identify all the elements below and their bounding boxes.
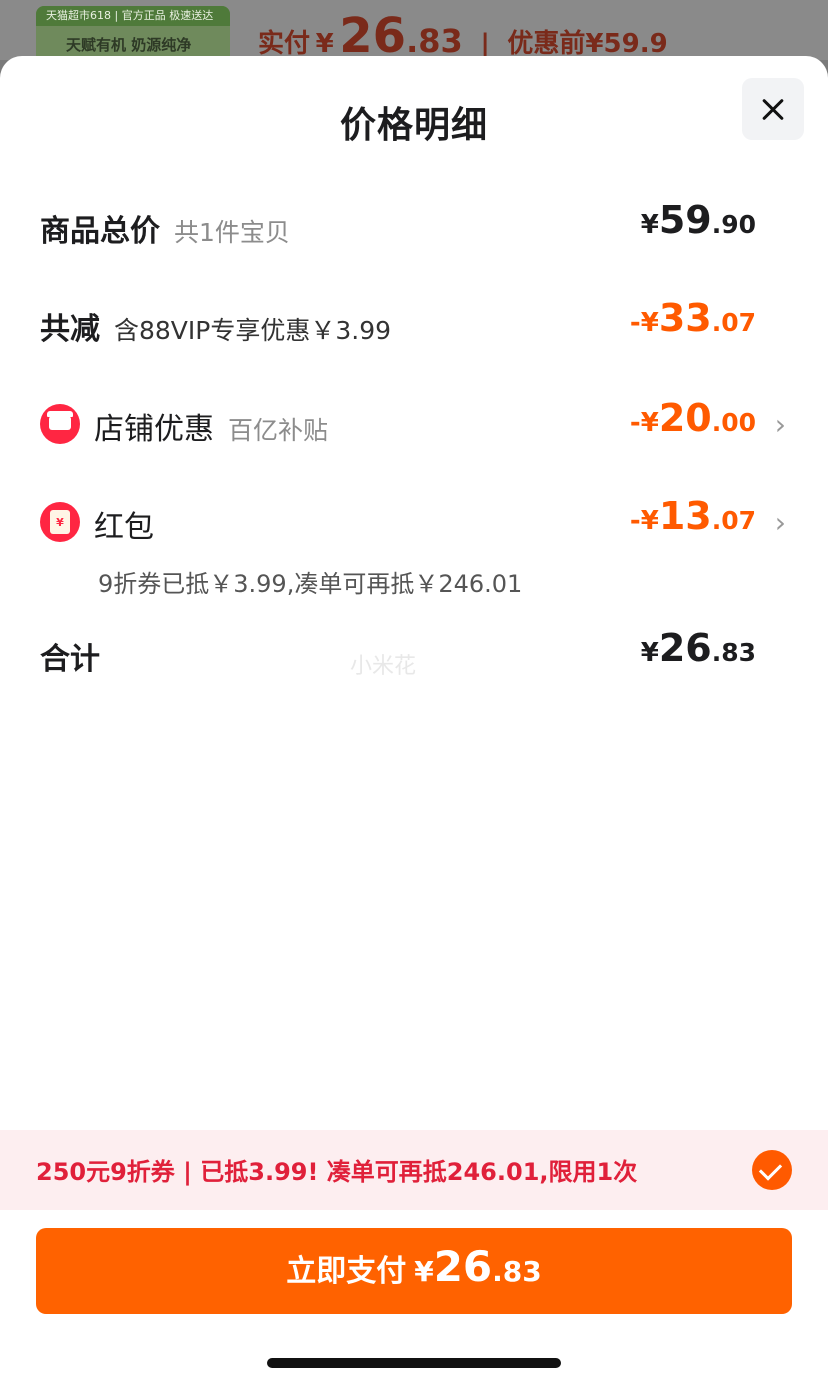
total-price-int: 59 bbox=[658, 198, 712, 242]
chevron-right-icon: › bbox=[774, 408, 786, 441]
pay-button-dec: .83 bbox=[492, 1255, 542, 1288]
pay-button-content: 立即支付 ¥26.83 bbox=[36, 1242, 792, 1291]
close-button[interactable] bbox=[742, 78, 804, 140]
redpack-price: -¥13.07 bbox=[630, 494, 756, 538]
redpack-price-symbol: -¥ bbox=[629, 506, 659, 536]
thumbnail-slogan: 天赋有机 奶源纯净 bbox=[66, 36, 192, 54]
price-detail-sheet: 价格明细 商品总价 共1件宝贝 ¥59.90 共减 含88VIP专享优惠￥3.99 … bbox=[0, 56, 828, 1388]
row-reduce: 共减 含88VIP专享优惠￥3.99 -¥33.07 bbox=[40, 296, 790, 356]
sum-price-int: 26 bbox=[658, 626, 712, 670]
sum-label: 合计 bbox=[40, 642, 100, 677]
sum-price: ¥26.83 bbox=[641, 626, 756, 670]
price-separator: | bbox=[480, 29, 490, 59]
coupon-text: 250元9折券 | 已抵3.99! 凑单可再抵246.01,限用1次 bbox=[36, 1158, 638, 1186]
pay-now-button[interactable]: 立即支付 ¥26.83 bbox=[36, 1228, 792, 1314]
watermark: 小米花 bbox=[350, 654, 417, 679]
home-indicator bbox=[267, 1358, 561, 1368]
total-price: ¥59.90 bbox=[641, 198, 756, 242]
total-price-symbol: ¥ bbox=[640, 210, 659, 240]
paid-symbol: ¥ bbox=[315, 29, 334, 59]
redpack-label: 红包 bbox=[94, 510, 154, 545]
redpack-price-int: 13 bbox=[658, 494, 712, 538]
pay-button-int: 26 bbox=[433, 1242, 493, 1291]
pay-button-symbol: ¥ bbox=[414, 1255, 434, 1288]
total-label: 商品总价 共1件宝贝 bbox=[40, 206, 290, 250]
shop-label-text: 店铺优惠 bbox=[94, 412, 214, 447]
shop-price-dec: .00 bbox=[711, 408, 756, 437]
reduce-price-dec: .07 bbox=[711, 308, 756, 337]
chevron-right-icon: › bbox=[774, 506, 786, 539]
original-label: 优惠前 bbox=[507, 29, 586, 59]
row-total: 商品总价 共1件宝贝 ¥59.90 bbox=[40, 198, 790, 258]
total-price-dec: .90 bbox=[711, 210, 756, 239]
paid-dec: .83 bbox=[406, 22, 463, 60]
reduce-price-symbol: -¥ bbox=[629, 308, 659, 338]
reduce-label: 共减 含88VIP专享优惠￥3.99 bbox=[40, 304, 391, 348]
store-icon bbox=[40, 404, 80, 444]
sum-price-symbol: ¥ bbox=[640, 638, 659, 668]
shop-price-int: 20 bbox=[658, 396, 712, 440]
thumbnail-banner: 天猫超市618 | 官方正品 极速送达 bbox=[36, 6, 230, 26]
reduce-price: -¥33.07 bbox=[630, 296, 756, 340]
redpack-note: 9折券已抵￥3.99,凑单可再抵￥246.01 bbox=[98, 570, 523, 598]
reduce-label-text: 共减 bbox=[40, 312, 100, 347]
reduce-sub: 含88VIP专享优惠￥3.99 bbox=[114, 316, 392, 345]
shop-label: 店铺优惠 百亿补贴 bbox=[94, 404, 328, 448]
paid-label: 实付 bbox=[258, 29, 311, 59]
reduce-price-int: 33 bbox=[658, 296, 712, 340]
total-label-text: 商品总价 bbox=[40, 214, 160, 249]
row-redpack[interactable]: ¥ 红包 -¥13.07 › bbox=[40, 494, 790, 554]
shop-sub: 百亿补贴 bbox=[228, 416, 329, 445]
red-envelope-icon: ¥ bbox=[40, 502, 80, 542]
row-shop-discount[interactable]: 店铺优惠 百亿补贴 -¥20.00 › bbox=[40, 396, 790, 456]
sheet-title: 价格明细 bbox=[339, 105, 488, 146]
shop-price-symbol: -¥ bbox=[629, 408, 659, 438]
sum-price-dec: .83 bbox=[711, 638, 756, 667]
redpack-price-dec: .07 bbox=[711, 506, 756, 535]
red-envelope-glyph: ¥ bbox=[50, 510, 70, 534]
check-icon[interactable] bbox=[752, 1150, 792, 1190]
original-price: ¥59.9 bbox=[585, 29, 668, 59]
pay-button-label: 立即支付 bbox=[286, 1254, 407, 1289]
total-count: 共1件宝贝 bbox=[174, 218, 290, 247]
coupon-bar[interactable]: 250元9折券 | 已抵3.99! 凑单可再抵246.01,限用1次 bbox=[0, 1130, 828, 1210]
shop-price: -¥20.00 bbox=[630, 396, 756, 440]
